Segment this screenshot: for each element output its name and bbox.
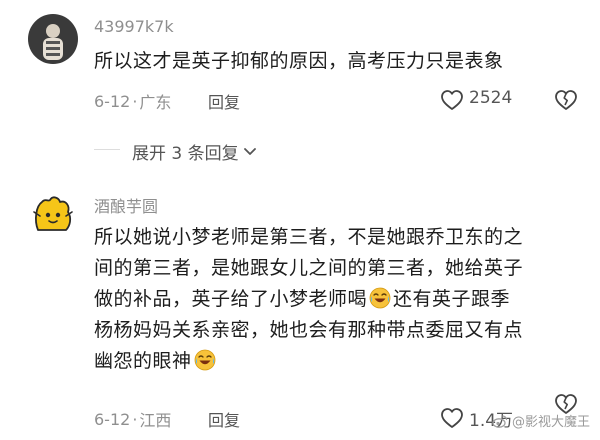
expand-replies-label: 展开 3 条回复	[132, 144, 239, 164]
comment-text-line: 做的补品，英子给了小梦老师喝 还有英子跟季	[94, 284, 523, 315]
watermark: @影视大魔王	[492, 411, 590, 430]
meta-separator: ·	[132, 409, 138, 429]
avatar[interactable]	[28, 190, 78, 240]
comment-text-fragment: 还有英子跟季	[393, 288, 511, 310]
comment-date: 6-12	[94, 409, 131, 429]
comment-text-line: 间的第三者，是她跟女儿之间的第三者，她给英子	[94, 257, 524, 279]
like-heart-icon[interactable]	[440, 89, 464, 111]
comment-text-line: 幽怨的眼神	[94, 346, 523, 377]
comment-meta: 6-12 · 广东	[94, 89, 171, 113]
comment-text-fragment: 幽怨的眼神	[94, 350, 192, 372]
like-count: 2524	[469, 88, 513, 108]
weibo-logo-icon	[492, 414, 508, 428]
like-heart-icon[interactable]	[440, 407, 464, 429]
yellow-character-avatar-icon	[28, 190, 78, 240]
figure-avatar-icon	[28, 14, 78, 64]
reply-button[interactable]: 回复	[208, 407, 240, 431]
comment-text-fragment: 做的补品，英子给了小梦老师喝	[94, 288, 368, 310]
comment-text-line: 杨杨妈妈关系亲密，她也会有那种带点委屈又有点	[94, 319, 524, 341]
comment-meta: 6-12 · 江西	[94, 407, 171, 431]
avatar[interactable]	[28, 14, 78, 64]
comment-location: 江西	[139, 411, 172, 430]
laughing-crying-emoji-icon	[369, 287, 391, 309]
chevron-down-icon	[243, 147, 256, 155]
comment-username[interactable]: 43997k7k	[94, 17, 174, 36]
comment-location: 广东	[139, 93, 172, 112]
dislike-broken-heart-icon[interactable]	[554, 89, 578, 111]
expand-divider	[94, 149, 120, 150]
expand-replies-button[interactable]: 展开 3 条回复	[132, 139, 257, 164]
comment-username[interactable]: 酒酿芋圆	[94, 193, 158, 217]
comment-text-line: 所以这才是英子抑郁的原因，高考压力只是表象	[94, 50, 504, 72]
laughing-crying-emoji-icon	[194, 349, 215, 371]
watermark-text: @影视大魔王	[511, 415, 590, 430]
comment-text-line: 所以她说小梦老师是第三者，不是她跟乔卫东的之	[94, 226, 524, 248]
reply-button[interactable]: 回复	[208, 89, 240, 113]
comment-text: 所以她说小梦老师是第三者，不是她跟乔卫东的之 间的第三者，是她跟女儿之间的第三者…	[94, 222, 523, 377]
meta-separator: ·	[132, 91, 138, 111]
comment-date: 6-12	[94, 91, 131, 111]
comment-text: 所以这才是英子抑郁的原因，高考压力只是表象	[94, 46, 504, 77]
